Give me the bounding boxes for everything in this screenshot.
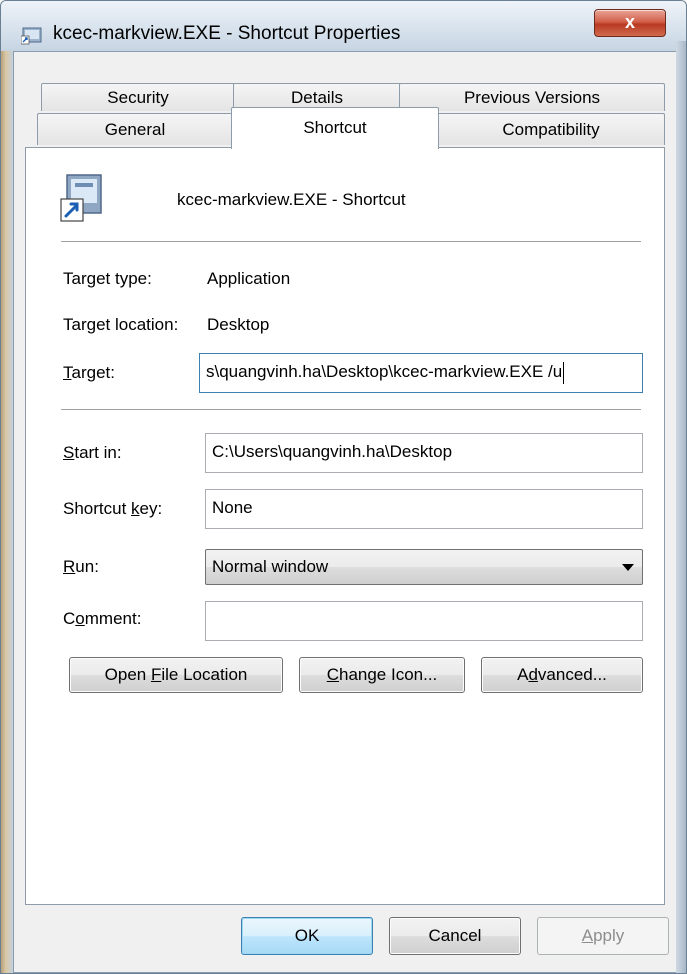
button-text: OK xyxy=(294,926,320,945)
tab-label: Details xyxy=(291,88,343,107)
button-text: Open xyxy=(104,665,151,684)
close-icon: x xyxy=(624,12,635,32)
start-in-input[interactable]: C:\Users\quangvinh.ha\Desktop xyxy=(205,433,643,473)
label-text: ey: xyxy=(139,499,163,518)
comment-input[interactable] xyxy=(205,601,643,641)
run-select-value: Normal window xyxy=(212,557,329,576)
label-text: arget: xyxy=(71,363,115,382)
text-caret xyxy=(563,361,565,384)
target-type-value: Application xyxy=(207,269,291,288)
label-text: C xyxy=(63,609,76,628)
start-in-label: Start in: xyxy=(63,443,122,463)
access-key: T xyxy=(63,363,72,382)
ok-button[interactable]: OK xyxy=(241,917,373,955)
run-select[interactable]: Normal window xyxy=(205,549,643,585)
separator xyxy=(61,409,641,411)
access-key: o xyxy=(75,609,85,628)
tab-label: Compatibility xyxy=(502,120,600,139)
start-in-input-text: C:\Users\quangvinh.ha\Desktop xyxy=(212,442,453,461)
shortcut-key-label: Shortcut key: xyxy=(63,499,162,519)
comment-label: Comment: xyxy=(63,609,141,629)
target-input-text: s\quangvinh.ha\Desktop\kcec-markview.EXE… xyxy=(206,362,563,381)
button-text: pply xyxy=(593,926,625,945)
access-key: d xyxy=(528,665,538,684)
tab-general[interactable]: General xyxy=(37,113,233,145)
tab-shortcut[interactable]: Shortcut xyxy=(231,107,439,149)
shortcut-app-icon xyxy=(21,27,42,45)
properties-window: kcec-markview.EXE - Shortcut Properties … xyxy=(0,0,687,974)
target-input[interactable]: s\quangvinh.ha\Desktop\kcec-markview.EXE… xyxy=(199,353,643,393)
chevron-down-icon xyxy=(622,564,634,571)
window-title: kcec-markview.EXE - Shortcut Properties xyxy=(53,23,401,44)
access-key: S xyxy=(63,443,75,462)
access-key: R xyxy=(63,557,76,576)
shortcut-name: kcec-markview.EXE - Shortcut xyxy=(177,190,406,209)
run-label: Run: xyxy=(63,557,99,577)
access-key: C xyxy=(326,665,339,684)
target-location-value: Desktop xyxy=(207,315,270,334)
button-text: A xyxy=(517,665,529,684)
target-label: Target: xyxy=(63,363,115,383)
access-key: F xyxy=(150,665,162,684)
advanced-button[interactable]: Advanced... xyxy=(481,657,643,693)
target-type-label: Target type: xyxy=(63,269,152,288)
button-text: hange Icon... xyxy=(338,665,438,684)
shortcut-key-input[interactable]: None xyxy=(205,489,643,529)
tab-label: General xyxy=(104,120,166,139)
access-key: A xyxy=(581,926,594,945)
tab-label: Previous Versions xyxy=(463,88,601,107)
tab-compatibility[interactable]: Compatibility xyxy=(437,113,665,145)
shortcut-key-input-text: None xyxy=(212,498,253,517)
label-text: un: xyxy=(75,557,99,576)
target-location-label: Target location: xyxy=(63,315,179,334)
access-key: k xyxy=(131,499,140,518)
close-button[interactable]: x xyxy=(594,9,666,37)
title-bar[interactable]: kcec-markview.EXE - Shortcut Properties … xyxy=(1,1,686,51)
label-text: Shortcut xyxy=(63,499,132,518)
tab-label: Shortcut xyxy=(303,118,367,137)
shortcut-file-icon xyxy=(60,174,102,222)
cancel-button[interactable]: Cancel xyxy=(389,917,521,955)
button-text: vanced... xyxy=(537,665,607,684)
tab-security[interactable]: Security xyxy=(41,83,235,111)
tab-previous-versions[interactable]: Previous Versions xyxy=(399,83,665,111)
apply-button[interactable]: Apply xyxy=(537,917,669,955)
tab-label: Security xyxy=(107,88,169,107)
change-icon-button[interactable]: Change Icon... xyxy=(299,657,465,693)
open-file-location-button[interactable]: Open File Location xyxy=(69,657,283,693)
button-text: Cancel xyxy=(428,926,482,945)
separator xyxy=(61,241,641,243)
button-text: ile Location xyxy=(161,665,248,684)
label-text: mment: xyxy=(84,609,142,628)
label-text: tart in: xyxy=(74,443,122,462)
